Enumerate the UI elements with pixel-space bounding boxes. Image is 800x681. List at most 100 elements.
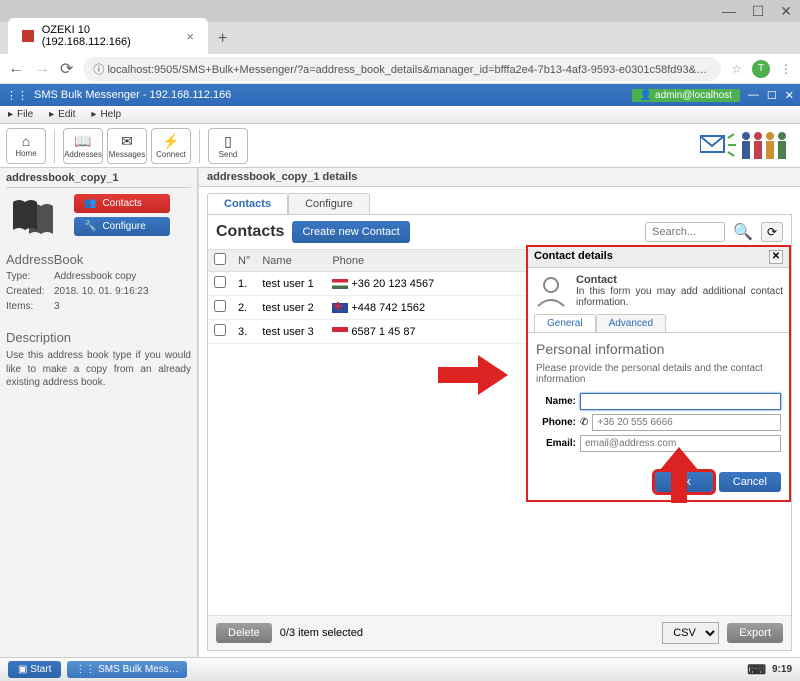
taskbar-app-button[interactable]: ⋮⋮ SMS Bulk Mess… — [67, 661, 186, 678]
popup-instruction: Please provide the personal details and … — [536, 363, 781, 385]
plug-icon: ⚡ — [162, 133, 179, 150]
phone-label: Phone: — [536, 417, 576, 428]
app-menu-bar: ▸File ▸Edit ▸Help — [0, 106, 800, 124]
contact-icon — [534, 274, 568, 308]
cancel-button[interactable]: Cancel — [719, 472, 781, 492]
flag-icon — [332, 279, 348, 289]
selection-status: 0/3 item selected — [280, 627, 363, 639]
popup-tab-advanced[interactable]: Advanced — [596, 314, 666, 332]
popup-close-icon[interactable]: ✕ — [769, 250, 783, 264]
left-panel: addressbook_copy_1 👥Contacts 🔧Configure … — [0, 168, 198, 657]
close-icon[interactable]: ✕ — [780, 3, 792, 20]
back-icon[interactable]: ← — [8, 60, 24, 78]
minimize-icon[interactable]: — — [722, 3, 736, 19]
search-input[interactable] — [645, 222, 725, 242]
app-icon: ⋮⋮ — [6, 89, 28, 102]
name-input[interactable] — [580, 393, 781, 410]
contacts-button[interactable]: 👥Contacts — [74, 194, 170, 213]
section-description: Description — [6, 330, 191, 345]
left-panel-title: addressbook_copy_1 — [6, 172, 191, 188]
description-text: Use this address book type if you would … — [6, 349, 191, 390]
toolbar-messages-button[interactable]: ✉Messages — [107, 128, 147, 164]
toolbar-connect-button[interactable]: ⚡Connect — [151, 128, 191, 164]
popup-tabstrip: General Advanced — [528, 314, 789, 333]
tab-title: OZEKI 10 (192.168.112.166) — [42, 24, 179, 48]
separator — [199, 129, 200, 163]
popup-tab-general[interactable]: General — [534, 314, 596, 332]
app-minimize-icon[interactable]: — — [748, 89, 759, 101]
phone-icon: ✆ — [580, 417, 588, 428]
popup-section-title: Personal information — [536, 341, 781, 357]
app-titlebar: ⋮⋮ SMS Bulk Messenger - 192.168.112.166 … — [0, 84, 800, 106]
app-toolbar: ⌂Home 📖Addresses ✉Messages ⚡Connect ▯Sen… — [0, 124, 800, 168]
email-label: Email: — [536, 438, 576, 449]
browser-toolbar: ← → ⟳ ⓘ localhost:9505/SMS+Bulk+Messenge… — [0, 54, 800, 84]
home-icon: ⌂ — [22, 133, 30, 149]
kv-type: Type:Addressbook copy — [6, 271, 191, 282]
menu-edit[interactable]: ▸Edit — [45, 109, 83, 120]
export-button[interactable]: Export — [727, 623, 783, 643]
select-all-checkbox[interactable] — [214, 253, 226, 265]
row-checkbox[interactable] — [214, 300, 226, 312]
kv-created: Created:2018. 10. 01. 9:16:23 — [6, 286, 191, 297]
reload-icon[interactable]: ⟳ — [60, 59, 73, 79]
envelope-icon: ✉ — [121, 133, 133, 150]
delete-button[interactable]: Delete — [216, 623, 272, 643]
people-icon: 👥 — [84, 198, 96, 209]
wrench-icon: 🔧 — [84, 221, 96, 232]
toolbar-logo — [700, 128, 790, 162]
annotation-arrow-up — [659, 447, 699, 503]
refresh-button[interactable]: ⟳ — [761, 222, 783, 242]
menu-file[interactable]: ▸File — [4, 109, 41, 120]
menu-icon[interactable]: ⋮ — [780, 62, 792, 76]
taskbar-clock: ⌨ 9:19 — [747, 662, 792, 678]
configure-button[interactable]: 🔧Configure — [74, 217, 170, 236]
format-select[interactable]: CSV — [662, 622, 719, 644]
panel-footer: Delete 0/3 item selected CSV Export — [208, 615, 791, 650]
browser-tab-strip: OZEKI 10 (192.168.112.166) × + — [0, 22, 800, 54]
name-label: Name: — [536, 396, 576, 407]
tab-configure[interactable]: Configure — [288, 193, 370, 214]
app-maximize-icon[interactable]: ☐ — [767, 89, 777, 102]
create-contact-button[interactable]: Create new Contact — [292, 221, 409, 243]
keyboard-icon[interactable]: ⌨ — [747, 662, 766, 678]
toolbar-home-button[interactable]: ⌂Home — [6, 128, 46, 164]
section-addressbook: AddressBook — [6, 252, 191, 267]
search-icon[interactable]: 🔍 — [733, 222, 753, 242]
separator — [54, 129, 55, 163]
tab-close-icon[interactable]: × — [186, 29, 194, 44]
start-button[interactable]: ▣ Start — [8, 661, 61, 678]
row-checkbox[interactable] — [214, 276, 226, 288]
kv-items: Items:3 — [6, 301, 191, 312]
annotation-arrow-right — [438, 355, 508, 395]
forward-icon[interactable]: → — [34, 60, 50, 78]
profile-avatar[interactable]: T — [752, 60, 770, 78]
phone-input[interactable] — [592, 414, 781, 431]
info-icon: ⓘ — [93, 64, 104, 76]
new-tab-button[interactable]: + — [208, 24, 237, 54]
toolbar-addresses-button[interactable]: 📖Addresses — [63, 128, 103, 164]
popup-titlebar: Contact details ✕ — [528, 247, 789, 268]
tab-contacts[interactable]: Contacts — [207, 193, 288, 214]
main-panel: addressbook_copy_1 details Contacts Conf… — [198, 168, 800, 657]
toolbar-send-button[interactable]: ▯Send — [208, 128, 248, 164]
contacts-panel: Contacts Create new Contact 🔍 ⟳ N° Name … — [207, 214, 792, 651]
menu-help[interactable]: ▸Help — [87, 109, 129, 120]
user-badge[interactable]: 👤 admin@localhost — [632, 89, 740, 102]
bookmark-icon[interactable]: ☆ — [731, 62, 742, 76]
favicon-icon — [22, 30, 34, 42]
app-title: SMS Bulk Messenger - 192.168.112.166 — [34, 89, 231, 101]
maximize-icon[interactable]: ☐ — [752, 3, 765, 20]
flag-icon — [332, 327, 348, 337]
main-title: addressbook_copy_1 details — [199, 168, 800, 187]
main-tabstrip: Contacts Configure — [199, 187, 800, 214]
addressbook-large-icon — [6, 194, 66, 238]
row-checkbox[interactable] — [214, 324, 226, 336]
taskbar: ▣ Start ⋮⋮ SMS Bulk Mess… ⌨ 9:19 — [0, 657, 800, 681]
phone-icon: ▯ — [224, 133, 232, 150]
browser-tab[interactable]: OZEKI 10 (192.168.112.166) × — [8, 18, 208, 54]
address-bar[interactable]: ⓘ localhost:9505/SMS+Bulk+Messenger/?a=a… — [83, 57, 721, 81]
flag-icon — [332, 303, 348, 313]
app-close-icon[interactable]: ✕ — [785, 89, 794, 102]
addressbook-icon: 📖 — [74, 133, 91, 150]
